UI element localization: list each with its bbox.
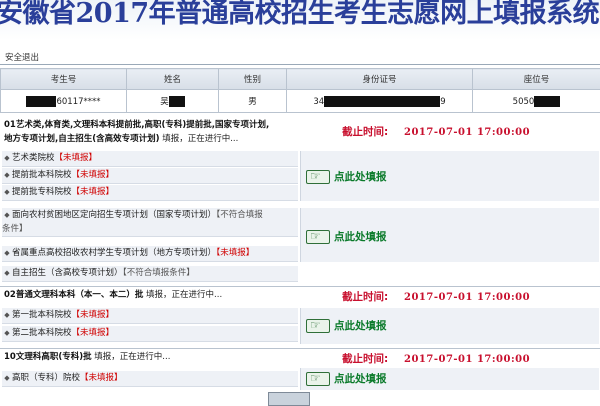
gender-cell: 男	[219, 90, 287, 113]
section-02-deadline: 截止时间:2017-07-01 17:00:00	[342, 289, 530, 304]
col-exam-no: 考生号	[1, 69, 127, 90]
bullet-icon: ◆	[2, 266, 12, 281]
col-id-number: 身份证号	[287, 69, 473, 90]
list-item: ◆提前批本科院校【未填报】	[2, 168, 298, 184]
redaction-bar	[534, 96, 560, 107]
redaction-bar	[169, 96, 185, 107]
logout-link[interactable]: 安全退出	[5, 51, 39, 63]
fill-button-3[interactable]: 点此处填报	[306, 318, 387, 334]
fill-button-1[interactable]: 点此处填报	[306, 169, 387, 185]
list-item: ◆第二批本科院校【未填报】	[2, 326, 298, 342]
fill-button-4[interactable]: 点此处填报	[306, 371, 387, 387]
id-number-cell: 349	[287, 90, 473, 113]
section-10-header: 10文理科高职(专科)批 填报，正在进行中... 截止时间:2017-07-01…	[0, 348, 600, 367]
bullet-icon: ◆	[2, 185, 12, 200]
bullet-icon: ◆	[2, 308, 12, 323]
section-01-header: 01艺术类,体育类,文理科本科提前批,高职(专科)提前批,国家专项计划, 地方专…	[0, 117, 600, 149]
list-item: ◆第一批本科院校【未填报】	[2, 308, 298, 324]
section-02-header: 02普通文理科本科（本一、本二）批 填报，正在进行中... 截止时间:2017-…	[0, 286, 600, 305]
pointing-hand-icon	[306, 319, 330, 333]
col-name: 姓名	[127, 69, 219, 90]
col-seat-no: 座位号	[473, 69, 600, 90]
name-cell: 吴	[127, 90, 219, 113]
divider	[0, 64, 600, 65]
section-10-deadline: 截止时间:2017-07-01 17:00:00	[342, 351, 530, 366]
system-title: 安徽省2017年普通高校招生考生志愿网上填报系统	[0, 0, 599, 30]
seat-no-cell: 5050	[473, 90, 600, 113]
section-01-title: 01艺术类,体育类,文理科本科提前批,高职(专科)提前批,国家专项计划,	[4, 119, 269, 132]
fill-button-2[interactable]: 点此处填报	[306, 229, 387, 245]
bullet-icon: ◆	[2, 326, 12, 341]
list-item: ◆面向农村贫困地区定向招生专项计划（国家专项计划）【不符合填报条件】	[2, 208, 298, 237]
section-01-deadline: 截止时间:2017-07-01 17:00:00	[342, 124, 530, 139]
list-item: ◆艺术类院校【未填报】	[2, 151, 298, 167]
bullet-icon: ◆	[2, 151, 12, 166]
bullet-icon: ◆	[2, 246, 12, 261]
list-item: ◆自主招生（含高校专项计划）【不符合填报条件】	[2, 266, 298, 282]
bullet-icon: ◆	[2, 168, 12, 183]
pointing-hand-icon	[306, 170, 330, 184]
section-01-subtitle: 地方专项计划,自主招生(含高效专项计划) 填报，正在进行中...	[4, 133, 238, 146]
list-item: ◆提前批专科院校【未填报】	[2, 185, 298, 201]
section-02-title: 02普通文理科本科（本一、本二）批 填报，正在进行中...	[4, 289, 222, 302]
pointing-hand-icon	[306, 230, 330, 244]
table-row: 60117**** 吴 男 349 5050	[1, 90, 600, 113]
redaction-bar	[26, 96, 56, 107]
list-item: ◆省属重点高校招收农村学生专项计划（地方专项计划）【未填报】	[2, 246, 298, 262]
redaction-bar	[324, 96, 440, 107]
candidate-info-table: 考生号 姓名 性别 身份证号 座位号 60117**** 吴 男 349 505…	[0, 68, 600, 113]
bullet-icon: ◆	[2, 371, 12, 386]
pointing-hand-icon	[306, 372, 330, 386]
bullet-icon: ◆	[2, 208, 12, 222]
list-item: ◆高职（专科）院校【未填报】	[2, 371, 298, 387]
submit-button[interactable]	[268, 392, 310, 406]
col-gender: 性别	[219, 69, 287, 90]
table-header-row: 考生号 姓名 性别 身份证号 座位号	[1, 69, 600, 90]
section-10-title: 10文理科高职(专科)批 填报，正在进行中...	[4, 351, 170, 364]
exam-no-cell: 60117****	[1, 90, 127, 113]
page-banner: 安徽省2017年普通高校招生考生志愿网上填报系统	[0, 0, 600, 40]
